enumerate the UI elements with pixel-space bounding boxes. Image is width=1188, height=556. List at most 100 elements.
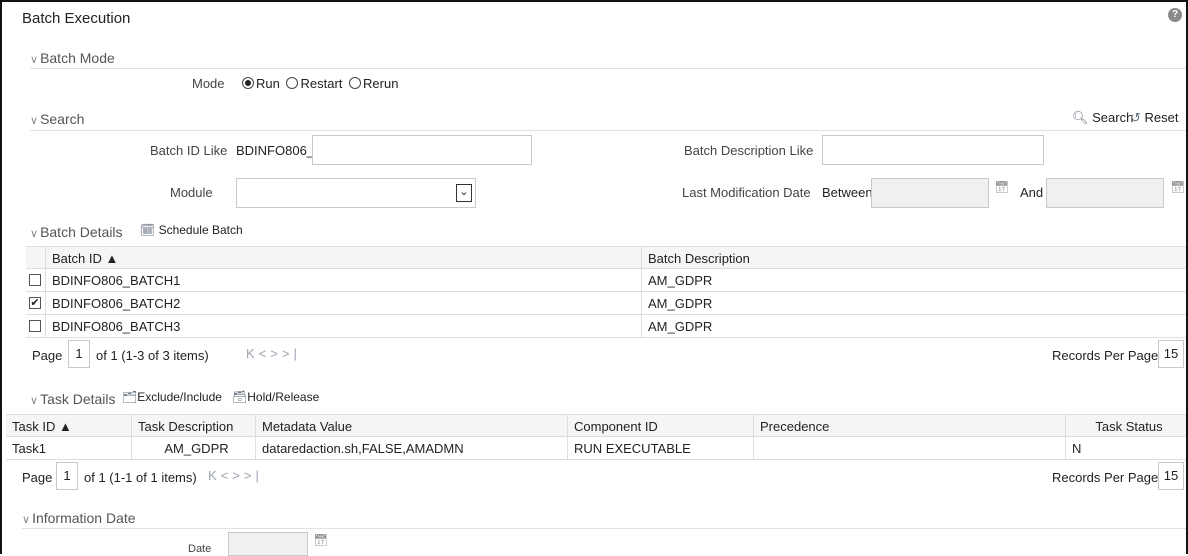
- date-from-input[interactable]: [871, 178, 989, 208]
- section-information-date[interactable]: ∨ Information Date: [22, 510, 136, 526]
- calendar-icon[interactable]: 📅︎: [1170, 180, 1185, 194]
- records-per-page-input[interactable]: 15: [1158, 462, 1184, 490]
- pager-page-input[interactable]: 1: [68, 340, 90, 368]
- radio-label: Rerun: [363, 76, 399, 91]
- table-row[interactable]: BDINFO806_BATCH1 AM_GDPR: [26, 269, 1186, 292]
- last-page-icon[interactable]: >|: [244, 468, 263, 483]
- column-header-component-id[interactable]: Component ID: [568, 415, 754, 438]
- batch-id-input[interactable]: [312, 135, 532, 165]
- column-header-task-status[interactable]: Task Status: [1066, 415, 1186, 438]
- pager-page-label: Page: [32, 348, 63, 363]
- batch-id-cell: BDINFO806_BATCH1: [46, 269, 642, 292]
- checkbox-cell: [26, 315, 46, 338]
- radio-label: Restart: [300, 76, 343, 91]
- prev-page-icon[interactable]: <: [259, 346, 271, 361]
- metadata-value-cell: dataredaction.sh,FALSE,AMADMN: [256, 437, 568, 460]
- column-header-batch-id[interactable]: Batch ID ▲: [46, 247, 642, 270]
- help-icon[interactable]: ?: [1168, 8, 1182, 22]
- column-header-task-description[interactable]: Task Description: [132, 415, 256, 438]
- first-page-icon[interactable]: K: [246, 346, 259, 361]
- component-id-cell: RUN EXECUTABLE: [568, 437, 754, 460]
- exclude-include-button[interactable]: 🗂︎Exclude/Include: [122, 390, 222, 404]
- row-checkbox[interactable]: [29, 320, 41, 332]
- batch-desc-cell: AM_GDPR: [648, 273, 713, 288]
- task-id-cell: Task1: [6, 437, 132, 460]
- search-button-label: Search: [1092, 110, 1134, 125]
- section-label: Search: [40, 111, 85, 127]
- section-label: Information Date: [32, 510, 136, 526]
- precedence-cell: [754, 437, 1066, 460]
- batch-desc-cell: AM_GDPR: [648, 296, 713, 311]
- module-label: Module: [170, 185, 213, 200]
- table-row[interactable]: BDINFO806_BATCH3 AM_GDPR: [26, 315, 1186, 338]
- mode-radio-group: Run Restart Rerun: [242, 76, 398, 91]
- section-task-details[interactable]: ∨ Task Details: [30, 391, 116, 407]
- divider: [22, 528, 1186, 529]
- radio-icon: [286, 77, 299, 89]
- radio-icon: [349, 77, 362, 89]
- batch-id-cell: BDINFO806_BATCH3: [46, 315, 642, 338]
- chevron-down-icon: ∨: [30, 54, 39, 66]
- records-per-page-label: Records Per Page: [1052, 348, 1159, 363]
- checkbox-cell: ✔: [26, 292, 46, 315]
- divider: [30, 68, 1186, 69]
- hold-release-label: Hold/Release: [247, 390, 320, 404]
- information-date-input[interactable]: [228, 532, 308, 556]
- section-batch-mode[interactable]: ∨ Batch Mode: [30, 50, 115, 66]
- next-page-icon[interactable]: >: [270, 346, 282, 361]
- column-header-metadata-value[interactable]: Metadata Value: [256, 415, 568, 438]
- batch-table-header: Batch ID ▲ Batch Description: [26, 246, 1186, 270]
- reset-button-label: Reset: [1144, 110, 1179, 125]
- column-header-batch-description[interactable]: Batch Description: [642, 247, 1186, 270]
- exclude-include-label: Exclude/Include: [137, 390, 222, 404]
- search-button[interactable]: 🔍︎ Search: [1072, 110, 1133, 126]
- schedule-batch-label: Schedule Batch: [158, 223, 243, 237]
- reset-button[interactable]: ↺ Reset: [1130, 110, 1179, 126]
- task-status-cell: N: [1072, 441, 1082, 456]
- pager-page-input[interactable]: 1: [56, 462, 78, 490]
- records-per-page-input[interactable]: 15: [1158, 340, 1184, 368]
- column-header-precedence[interactable]: Precedence: [754, 415, 1066, 438]
- section-search[interactable]: ∨ Search: [30, 111, 84, 127]
- date-to-input[interactable]: [1046, 178, 1164, 208]
- column-header-task-id[interactable]: Task ID ▲: [6, 415, 132, 438]
- prev-page-icon[interactable]: <: [221, 468, 233, 483]
- section-label: Batch Mode: [40, 50, 115, 66]
- radio-run[interactable]: Run: [242, 76, 280, 91]
- date-label: Date: [188, 543, 212, 555]
- row-checkbox-checked[interactable]: ✔: [29, 297, 41, 309]
- chevron-down-icon: ∨: [22, 514, 31, 526]
- row-checkbox[interactable]: [29, 274, 41, 286]
- mode-label: Mode: [192, 76, 225, 91]
- first-page-icon[interactable]: K: [208, 468, 221, 483]
- section-label: Task Details: [40, 391, 116, 407]
- calendar-icon[interactable]: 📅︎: [313, 533, 328, 547]
- radio-rerun[interactable]: Rerun: [349, 76, 398, 91]
- chevron-down-icon: ∨: [30, 395, 39, 407]
- batch-id-value: BDINFO806_: [236, 143, 315, 158]
- chevron-down-icon: ∨: [30, 115, 39, 127]
- table-row[interactable]: Task1 AM_GDPR dataredaction.sh,FALSE,AMA…: [6, 437, 1186, 460]
- exclude-icon: 🗂︎: [122, 390, 138, 404]
- pager-summary: of 1 (1-1 of 1 items): [84, 470, 197, 485]
- next-page-icon[interactable]: >: [232, 468, 244, 483]
- module-select[interactable]: ⌄: [236, 178, 476, 208]
- hold-release-button[interactable]: 🗃︎Hold/Release: [232, 390, 319, 404]
- schedule-batch-button[interactable]: 🗓︎ Schedule Batch: [140, 223, 243, 237]
- pager-summary: of 1 (1-3 of 3 items): [96, 348, 209, 363]
- radio-selected-icon: [242, 77, 254, 89]
- last-page-icon[interactable]: >|: [282, 346, 301, 361]
- section-batch-details[interactable]: ∨ Batch Details: [30, 224, 123, 240]
- reset-icon: ↺: [1130, 110, 1141, 125]
- divider: [30, 130, 1186, 131]
- table-row[interactable]: ✔ BDINFO806_BATCH2 AM_GDPR: [26, 292, 1186, 315]
- radio-restart[interactable]: Restart: [286, 76, 342, 91]
- between-label: Between: [822, 185, 873, 200]
- batch-desc-input[interactable]: [822, 135, 1044, 165]
- calendar-icon[interactable]: 📅︎: [994, 180, 1009, 194]
- checkbox-column-header: [26, 247, 46, 270]
- hold-icon: 🗃︎: [232, 390, 248, 404]
- chevron-down-icon: ∨: [30, 228, 39, 240]
- task-desc-cell: AM_GDPR: [132, 437, 256, 460]
- batch-id-label: Batch ID Like: [150, 143, 228, 158]
